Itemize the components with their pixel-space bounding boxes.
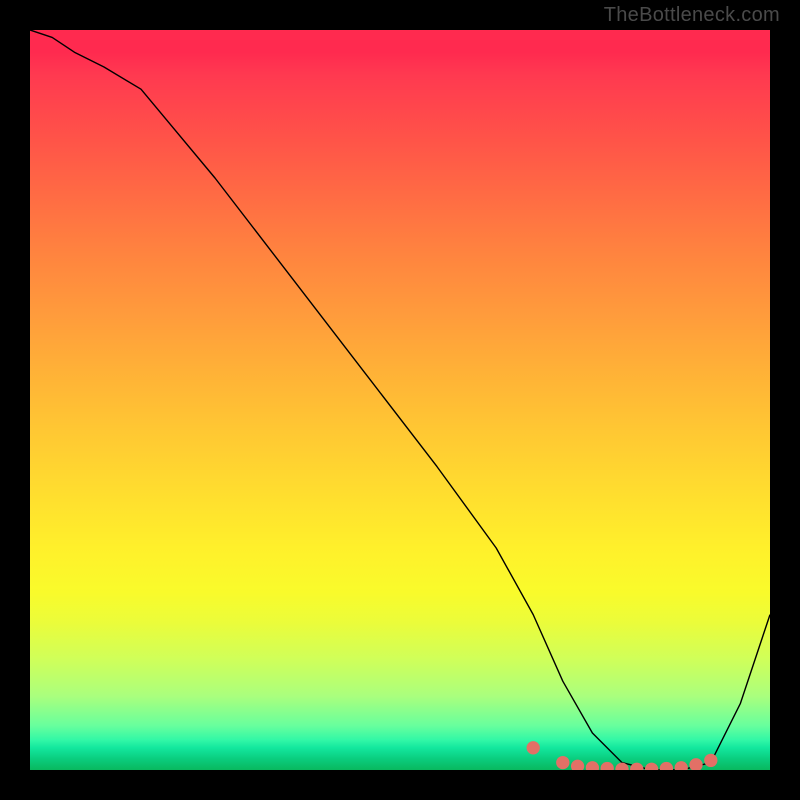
highlight-dot bbox=[571, 760, 584, 770]
highlight-dot bbox=[630, 763, 643, 770]
bottleneck-curve-line bbox=[30, 30, 770, 770]
highlight-dot bbox=[601, 762, 614, 770]
highlight-dot bbox=[586, 761, 599, 770]
highlight-dot bbox=[556, 756, 569, 769]
highlight-dot bbox=[660, 762, 673, 770]
highlight-dot bbox=[689, 758, 702, 770]
highlight-dot bbox=[704, 754, 717, 767]
highlight-dots bbox=[527, 741, 718, 770]
curve-svg bbox=[30, 30, 770, 770]
watermark-text: TheBottleneck.com bbox=[604, 4, 780, 27]
highlight-dot bbox=[675, 761, 688, 770]
chart-frame: TheBottleneck.com bbox=[0, 0, 800, 800]
highlight-dot bbox=[527, 741, 540, 754]
highlight-dot bbox=[645, 763, 658, 770]
plot-area bbox=[30, 30, 770, 770]
